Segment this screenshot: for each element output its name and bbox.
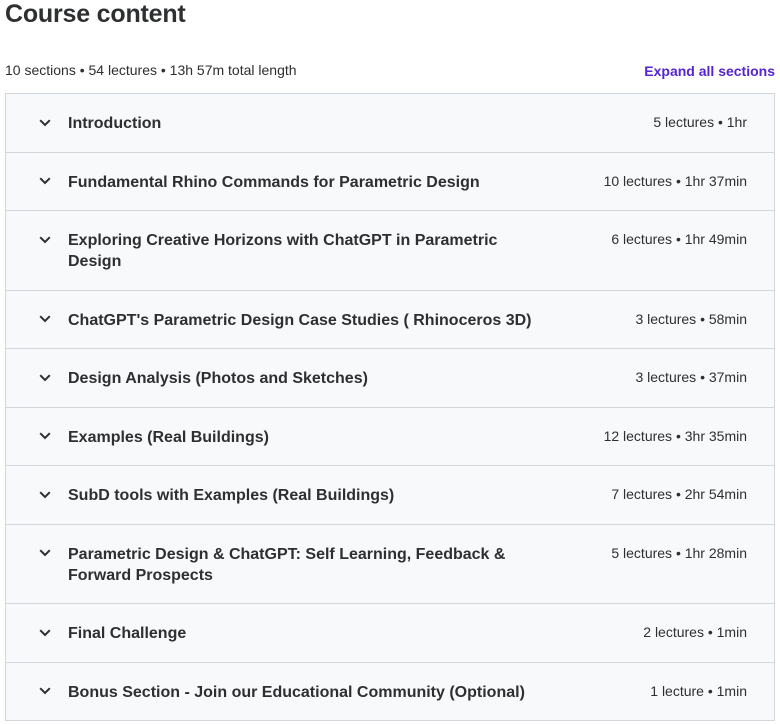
- chevron-down-icon: [38, 626, 51, 639]
- section-meta: 10 lectures • 1hr 37min: [603, 172, 747, 189]
- section-meta: 7 lectures • 2hr 54min: [611, 486, 747, 502]
- chevron-down-icon: [38, 488, 51, 501]
- section-title: Parametric Design & ChatGPT: Self Learni…: [68, 545, 506, 584]
- course-content-panel: Course content 10 sections • 54 lectures…: [0, 0, 780, 724]
- section-examples-real-buildings[interactable]: Examples (Real Buildings) 12 lectures • …: [6, 407, 774, 466]
- section-exploring-creative-horizons[interactable]: Exploring Creative Horizons with ChatGPT…: [6, 211, 774, 291]
- section-title: Introduction: [68, 115, 162, 132]
- section-meta: 6 lectures • 1hr 49min: [611, 231, 747, 247]
- course-summary: 10 sections • 54 lectures • 13h 57m tota…: [5, 62, 297, 78]
- section-title: Bonus Section - Join our Educational Com…: [68, 683, 525, 701]
- section-meta: 2 lectures • 1min: [643, 624, 747, 640]
- sections-accordion: Introduction 5 lectures • 1hr Fundamenta…: [5, 93, 775, 721]
- section-subd-tools[interactable]: SubD tools with Examples (Real Buildings…: [6, 466, 774, 525]
- section-title: ChatGPT's Parametric Design Case Studies…: [68, 311, 532, 329]
- chevron-down-icon: [38, 430, 51, 443]
- chevron-down-icon: [38, 547, 51, 560]
- section-final-challenge[interactable]: Final Challenge 2 lectures • 1min: [6, 604, 774, 663]
- section-meta: 1 lecture • 1min: [650, 682, 747, 699]
- section-title: SubD tools with Examples (Real Buildings…: [68, 487, 395, 504]
- section-meta: 12 lectures • 3hr 35min: [603, 427, 747, 444]
- section-fundamental-rhino-commands[interactable]: Fundamental Rhino Commands for Parametri…: [6, 152, 774, 211]
- section-introduction[interactable]: Introduction 5 lectures • 1hr: [6, 94, 774, 153]
- section-title: Final Challenge: [68, 625, 187, 642]
- section-title: Exploring Creative Horizons with ChatGPT…: [68, 232, 498, 270]
- chevron-down-icon: [38, 371, 51, 384]
- section-meta: 5 lectures • 1hr 28min: [611, 544, 747, 561]
- section-meta: 3 lectures • 58min: [635, 310, 747, 327]
- chevron-down-icon: [38, 685, 51, 698]
- section-meta: 3 lectures • 37min: [635, 369, 747, 385]
- section-design-analysis[interactable]: Design Analysis (Photos and Sketches) 3 …: [6, 349, 774, 408]
- section-title: Fundamental Rhino Commands for Parametri…: [68, 173, 480, 191]
- section-title: Design Analysis (Photos and Sketches): [68, 370, 368, 387]
- section-meta: 5 lectures • 1hr: [653, 114, 747, 130]
- chevron-down-icon: [38, 175, 51, 188]
- section-self-learning-feedback[interactable]: Parametric Design & ChatGPT: Self Learni…: [6, 524, 774, 604]
- chevron-down-icon: [38, 313, 51, 326]
- chevron-down-icon: [38, 233, 51, 246]
- expand-all-sections-button[interactable]: Expand all sections: [644, 63, 775, 79]
- page-title: Course content: [5, 0, 186, 28]
- section-chatgpt-case-studies[interactable]: ChatGPT's Parametric Design Case Studies…: [6, 290, 774, 349]
- chevron-down-icon: [38, 116, 51, 129]
- section-bonus[interactable]: Bonus Section - Join our Educational Com…: [6, 662, 774, 721]
- section-title: Examples (Real Buildings): [68, 428, 269, 446]
